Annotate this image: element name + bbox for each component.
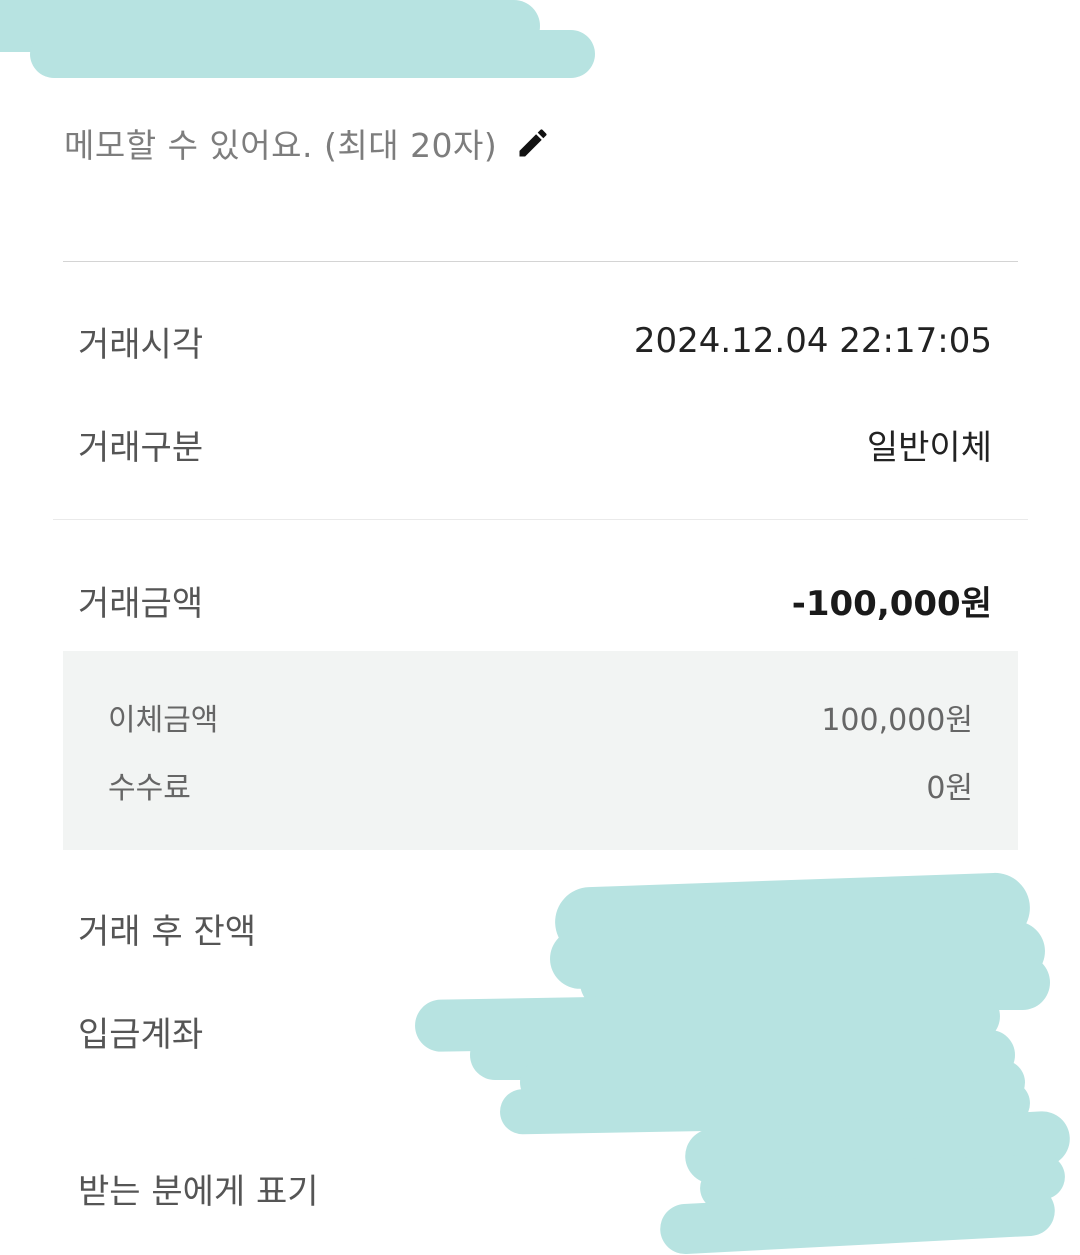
transaction-type-row: 거래구분 일반이체	[78, 419, 992, 469]
transaction-time-row: 거래시각 2024.12.04 22:17:05	[78, 316, 992, 366]
amount-breakdown: 이체금액 100,000원 수수료 0원	[63, 651, 1018, 850]
redaction-top-2	[30, 30, 595, 78]
transfer-amount-row: 이체금액 100,000원	[108, 695, 973, 739]
transaction-amount-value: -100,000원	[791, 583, 992, 624]
balance-after-label: 거래 후 잔액	[78, 911, 257, 952]
pencil-icon[interactable]	[515, 125, 551, 161]
fee-row: 수수료 0원	[108, 763, 973, 807]
fee-value: 0원	[926, 771, 973, 806]
transfer-amount-value: 100,000원	[821, 703, 973, 738]
transfer-amount-label: 이체금액	[108, 703, 219, 738]
transaction-time-value: 2024.12.04 22:17:05	[633, 321, 992, 361]
transaction-amount-row: 거래금액 -100,000원	[78, 575, 992, 625]
divider	[53, 519, 1028, 520]
transaction-amount-label: 거래금액	[78, 583, 204, 624]
fee-label: 수수료	[108, 771, 191, 806]
memo-row[interactable]: 메모할 수 있어요. (최대 20자)	[64, 118, 551, 168]
transaction-type-label: 거래구분	[78, 427, 204, 468]
deposit-account-label: 입금계좌	[78, 1014, 204, 1055]
memo-placeholder[interactable]: 메모할 수 있어요. (최대 20자)	[64, 119, 497, 167]
recipient-display-label: 받는 분에게 표기	[78, 1171, 319, 1212]
transaction-time-label: 거래시각	[78, 324, 204, 365]
divider	[63, 261, 1018, 262]
transaction-type-value: 일반이체	[866, 427, 992, 468]
